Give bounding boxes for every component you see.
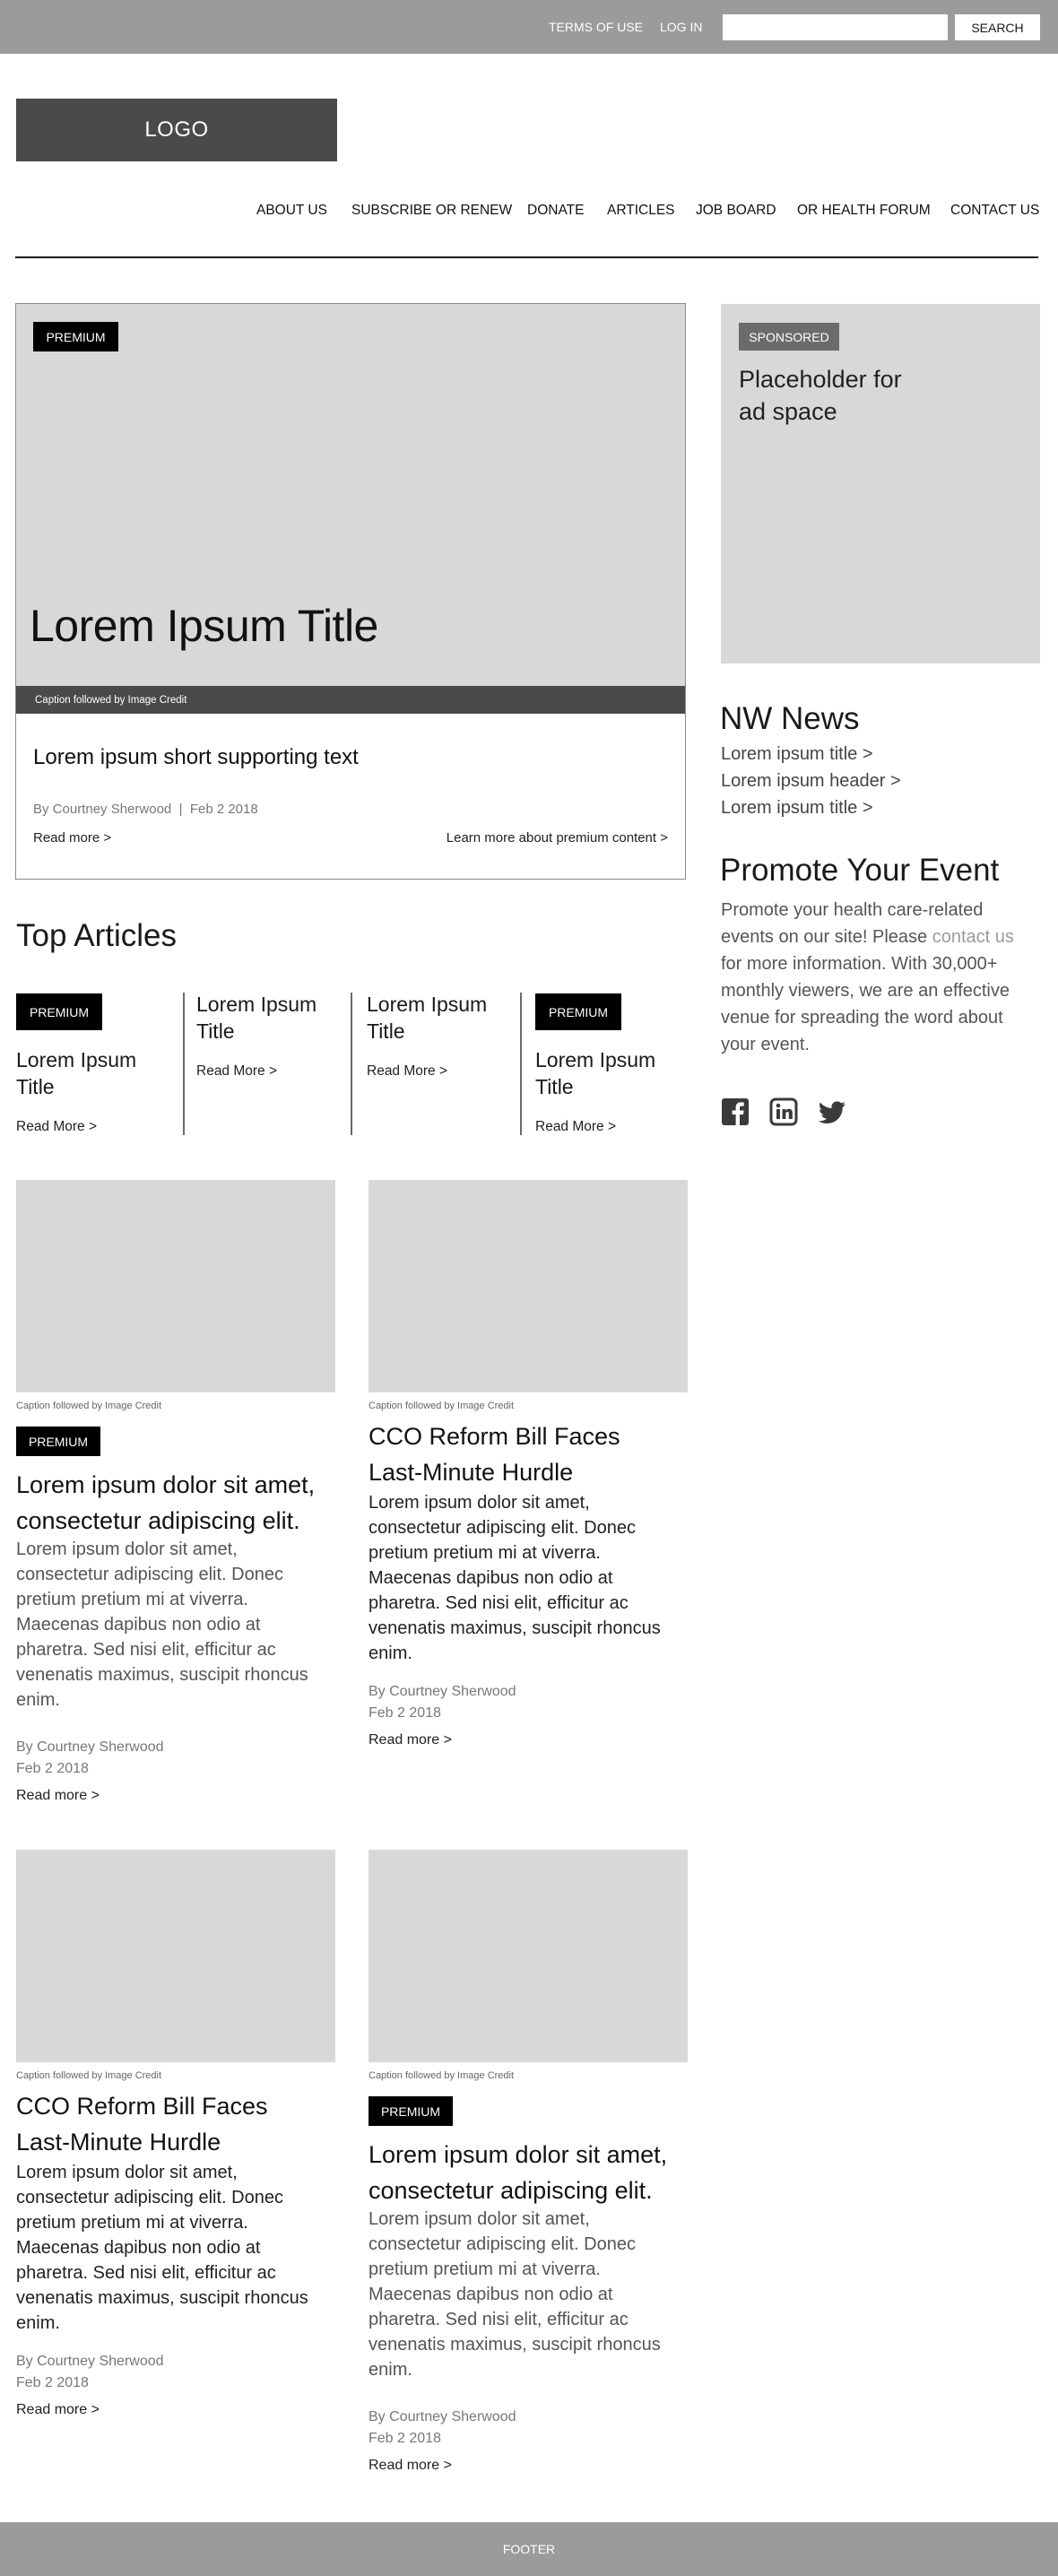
image-caption: Caption followed by Image Credit [369, 1401, 515, 1411]
top-articles-heading: Top Articles [16, 918, 177, 953]
article-read-more-link[interactable]: Read more > [16, 1788, 100, 1804]
article-author: By Courtney Sherwood [16, 1739, 164, 1755]
nav-item-health-forum[interactable]: OR HEALTH FORUM [797, 203, 931, 219]
image-caption: Caption followed by Image Credit [16, 1401, 162, 1411]
top-article-card[interactable]: PREMIUM Lorem Ipsum Title Read More > [535, 993, 697, 1137]
contact-us-link[interactable]: contact us [932, 927, 1014, 947]
top-article-card[interactable]: Lorem Ipsum Title Read More > [196, 993, 358, 1137]
article-date: Feb 2 2018 [16, 2375, 89, 2390]
article-image[interactable] [16, 1850, 335, 2062]
sponsored-badge: SPONSORED [739, 323, 839, 351]
article-read-more-link[interactable]: Read more > [16, 2402, 100, 2418]
article-card[interactable]: Caption followed by Image Credit PREMIUM… [16, 1180, 335, 1817]
hero-article[interactable]: PREMIUM Lorem Ipsum Title Caption follow… [15, 303, 686, 880]
top-article-read-more[interactable]: Read More > [16, 1119, 97, 1135]
log-in-link[interactable]: LOG IN [660, 20, 702, 34]
nav-item-donate[interactable]: DONATE [527, 203, 584, 219]
image-caption: Caption followed by Image Credit [16, 686, 685, 714]
nav-item-articles[interactable]: ARTICLES [607, 203, 675, 219]
premium-badge: PREMIUM [16, 1427, 100, 1456]
premium-badge: PREMIUM [369, 2096, 453, 2126]
top-article-title[interactable]: Lorem Ipsum Title [535, 1046, 670, 1100]
learn-more-premium-link[interactable]: Learn more about premium content > [447, 830, 668, 846]
nw-news-link[interactable]: Lorem ipsum title > [721, 744, 873, 765]
article-image[interactable] [369, 1850, 688, 2062]
top-article-title[interactable]: Lorem Ipsum Title [196, 991, 331, 1045]
site-footer: FOOTER [0, 2522, 1058, 2576]
top-articles-divider [520, 993, 522, 1135]
article-excerpt: Lorem ipsum dolor sit amet, consectetur … [369, 2209, 661, 2380]
article-card[interactable]: Caption followed by Image Credit CCO Ref… [369, 1180, 688, 1763]
article-card[interactable]: Caption followed by Image Credit PREMIUM… [369, 1850, 688, 2486]
premium-badge: PREMIUM [33, 322, 118, 351]
nw-news-heading: NW News [720, 701, 860, 736]
terms-of-use-link[interactable]: TERMS OF USE [549, 20, 643, 34]
hero-title[interactable]: Lorem Ipsum Title [30, 600, 378, 652]
article-excerpt: Lorem ipsum dolor sit amet, consectetur … [16, 2163, 308, 2333]
article-title[interactable]: CCO Reform Bill Faces Last-Minute Hurdle [369, 1418, 637, 1490]
article-excerpt: Lorem ipsum dolor sit amet, consectetur … [16, 1540, 308, 1710]
nav-item-subscribe[interactable]: SUBSCRIBE OR RENEW [351, 203, 512, 219]
article-date: Feb 2 2018 [16, 1761, 89, 1776]
search-button[interactable]: SEARCH [955, 14, 1040, 40]
search-input[interactable] [723, 14, 948, 40]
nav-divider [15, 256, 1038, 258]
top-article-title[interactable]: Lorem Ipsum Title [367, 991, 501, 1045]
top-article-read-more[interactable]: Read More > [367, 1063, 447, 1080]
facebook-icon[interactable] [721, 1097, 750, 1126]
article-title[interactable]: CCO Reform Bill Faces Last-Minute Hurdle [16, 2088, 285, 2160]
linkedin-icon[interactable] [769, 1097, 798, 1126]
nw-news-link[interactable]: Lorem ipsum header > [721, 771, 901, 792]
image-caption: Caption followed by Image Credit [369, 2070, 515, 2081]
image-caption: Caption followed by Image Credit [16, 2070, 162, 2081]
site-logo[interactable]: LOGO [16, 99, 337, 161]
article-date: Feb 2 2018 [369, 2431, 441, 2446]
article-read-more-link[interactable]: Read more > [369, 1732, 452, 1748]
promote-event-heading: Promote Your Event [720, 853, 1000, 888]
article-author: By Courtney Sherwood [16, 2354, 164, 2369]
article-image[interactable] [369, 1180, 688, 1392]
article-author: By Courtney Sherwood [369, 2409, 516, 2424]
nw-news-link[interactable]: Lorem ipsum title > [721, 798, 873, 819]
nav-item-job-board[interactable]: JOB BOARD [696, 203, 776, 219]
top-article-card[interactable]: Lorem Ipsum Title Read More > [367, 993, 528, 1137]
sponsored-ad[interactable]: SPONSORED Placeholder for ad space [721, 304, 1040, 664]
utility-bar: TERMS OF USE LOG IN SEARCH [0, 0, 1058, 54]
top-article-title[interactable]: Lorem Ipsum Title [16, 1046, 151, 1100]
main-nav: ABOUT US SUBSCRIBE OR RENEW DONATE ARTIC… [0, 203, 1058, 224]
ad-placeholder-text: Placeholder for ad space [739, 366, 902, 425]
article-author: By Courtney Sherwood [369, 1684, 516, 1699]
top-articles-divider [183, 993, 185, 1135]
premium-badge: PREMIUM [16, 993, 102, 1030]
top-article-read-more[interactable]: Read More > [535, 1119, 616, 1135]
article-title[interactable]: Lorem ipsum dolor sit amet, consectetur … [16, 1467, 335, 1539]
article-read-more-link[interactable]: Read more > [369, 2458, 452, 2474]
top-articles-divider [351, 993, 352, 1135]
article-image[interactable] [16, 1180, 335, 1392]
hero-byline: By Courtney Sherwood | Feb 2 2018 [33, 802, 258, 817]
promote-event-text: Promote your health care-related events … [721, 897, 1017, 1058]
article-card[interactable]: Caption followed by Image Credit CCO Ref… [16, 1850, 335, 2433]
hero-read-more-link[interactable]: Read more > [33, 830, 111, 846]
hero-supporting-text: Lorem ipsum short supporting text [33, 745, 359, 769]
top-article-read-more[interactable]: Read More > [196, 1063, 277, 1080]
promote-text-part: for more information. With 30,000+ month… [721, 954, 1010, 1054]
twitter-icon[interactable] [818, 1097, 846, 1126]
nav-item-about-us[interactable]: ABOUT US [256, 203, 327, 219]
nav-item-contact-us[interactable]: CONTACT US [950, 203, 1039, 219]
article-title[interactable]: Lorem ipsum dolor sit amet, consectetur … [369, 2137, 688, 2208]
premium-badge: PREMIUM [535, 993, 621, 1030]
article-date: Feb 2 2018 [369, 1705, 441, 1721]
article-excerpt: Lorem ipsum dolor sit amet, consectetur … [369, 1493, 661, 1663]
top-article-card[interactable]: PREMIUM Lorem Ipsum Title Read More > [16, 993, 178, 1137]
